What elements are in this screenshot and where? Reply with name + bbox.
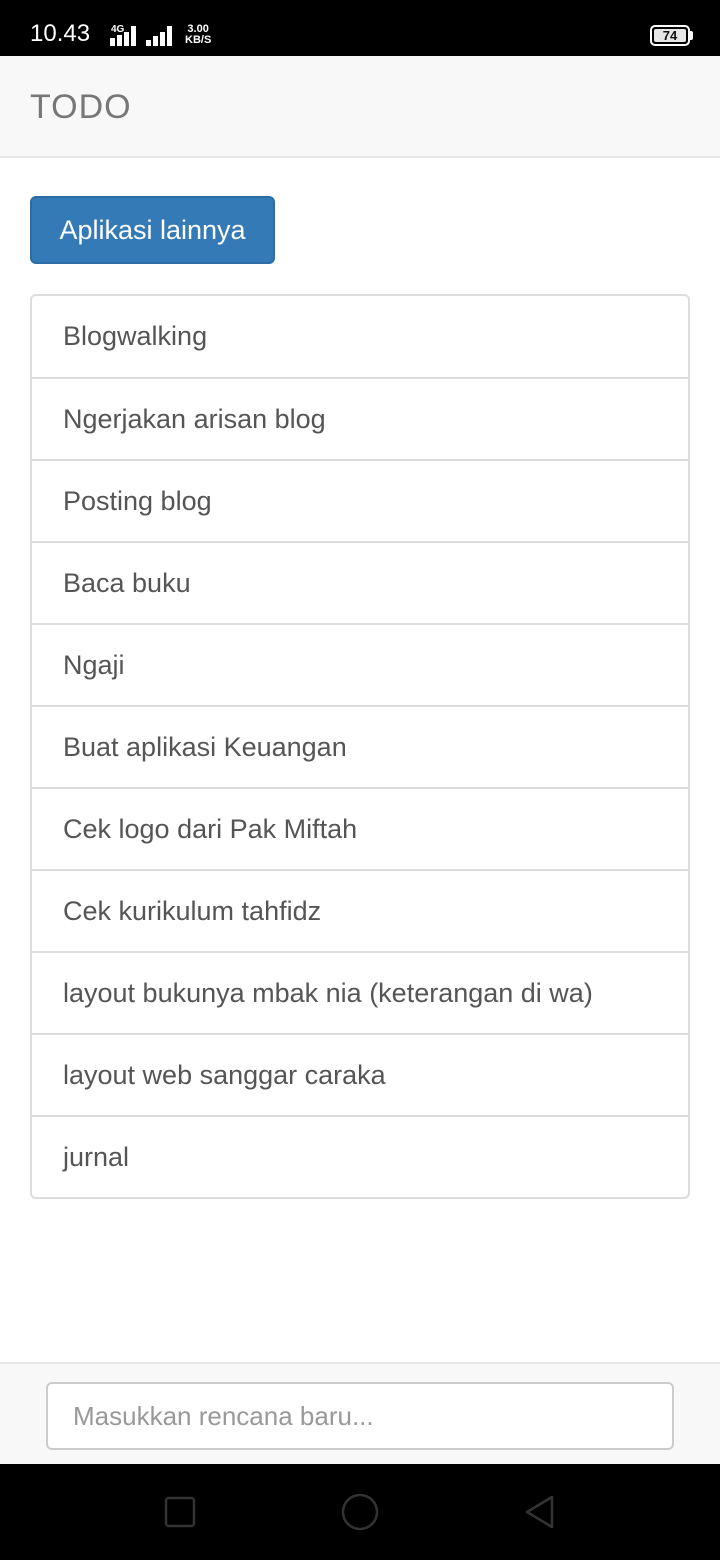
signal-bar [146,40,151,46]
signal-bar [160,32,165,46]
list-item[interactable]: Buat aplikasi Keuangan [32,705,688,787]
battery-tip [690,31,693,40]
new-plan-input[interactable] [46,1382,674,1450]
page-title: TODO [30,88,132,126]
recents-square-icon [164,1496,196,1528]
network-speed: 3.00 KB/S [185,24,211,46]
signal-bar [117,35,122,46]
system-nav-bar [0,1464,720,1560]
app-header: TODO [0,56,720,158]
signal-bar [131,26,136,46]
signal-bar [153,36,158,46]
signal-bar [167,26,172,46]
list-item[interactable]: Cek kurikulum tahfidz [32,869,688,951]
status-time: 10.43 [30,20,91,47]
signal-bar [110,38,115,46]
network-type-label: 4G [111,24,125,35]
signal-4g-icon: 4G [100,24,145,46]
todo-screen: 10.43 4G 3.00 KB/S 74 TODO Aplikasi lain… [0,0,720,1560]
back-button[interactable] [480,1464,600,1560]
list-item[interactable]: Cek logo dari Pak Miftah [32,787,688,869]
home-button[interactable] [300,1464,420,1560]
signal-bar [124,32,129,46]
list-item[interactable]: Blogwalking [32,296,688,377]
list-item[interactable]: Ngerjakan arisan blog [32,377,688,459]
battery-level: 74 [654,29,686,43]
list-item[interactable]: Posting blog [32,459,688,541]
other-apps-button[interactable]: Aplikasi lainnya [30,196,275,264]
recents-button[interactable] [120,1464,240,1560]
list-item[interactable]: Baca buku [32,541,688,623]
home-circle-icon [341,1493,379,1531]
todo-list: Blogwalking Ngerjakan arisan blog Postin… [30,294,690,1199]
list-item[interactable]: layout bukunya mbak nia (keterangan di w… [32,951,688,1033]
list-item[interactable]: jurnal [32,1115,688,1197]
back-triangle-icon [525,1495,554,1529]
footer-bar [0,1362,720,1464]
list-item[interactable]: Ngaji [32,623,688,705]
network-speed-unit: KB/S [185,34,212,46]
battery-icon: 74 [650,25,690,46]
signal-strength-icon [146,26,178,46]
list-item[interactable]: layout web sanggar caraka [32,1033,688,1115]
status-bar: 10.43 4G 3.00 KB/S 74 [0,0,720,56]
